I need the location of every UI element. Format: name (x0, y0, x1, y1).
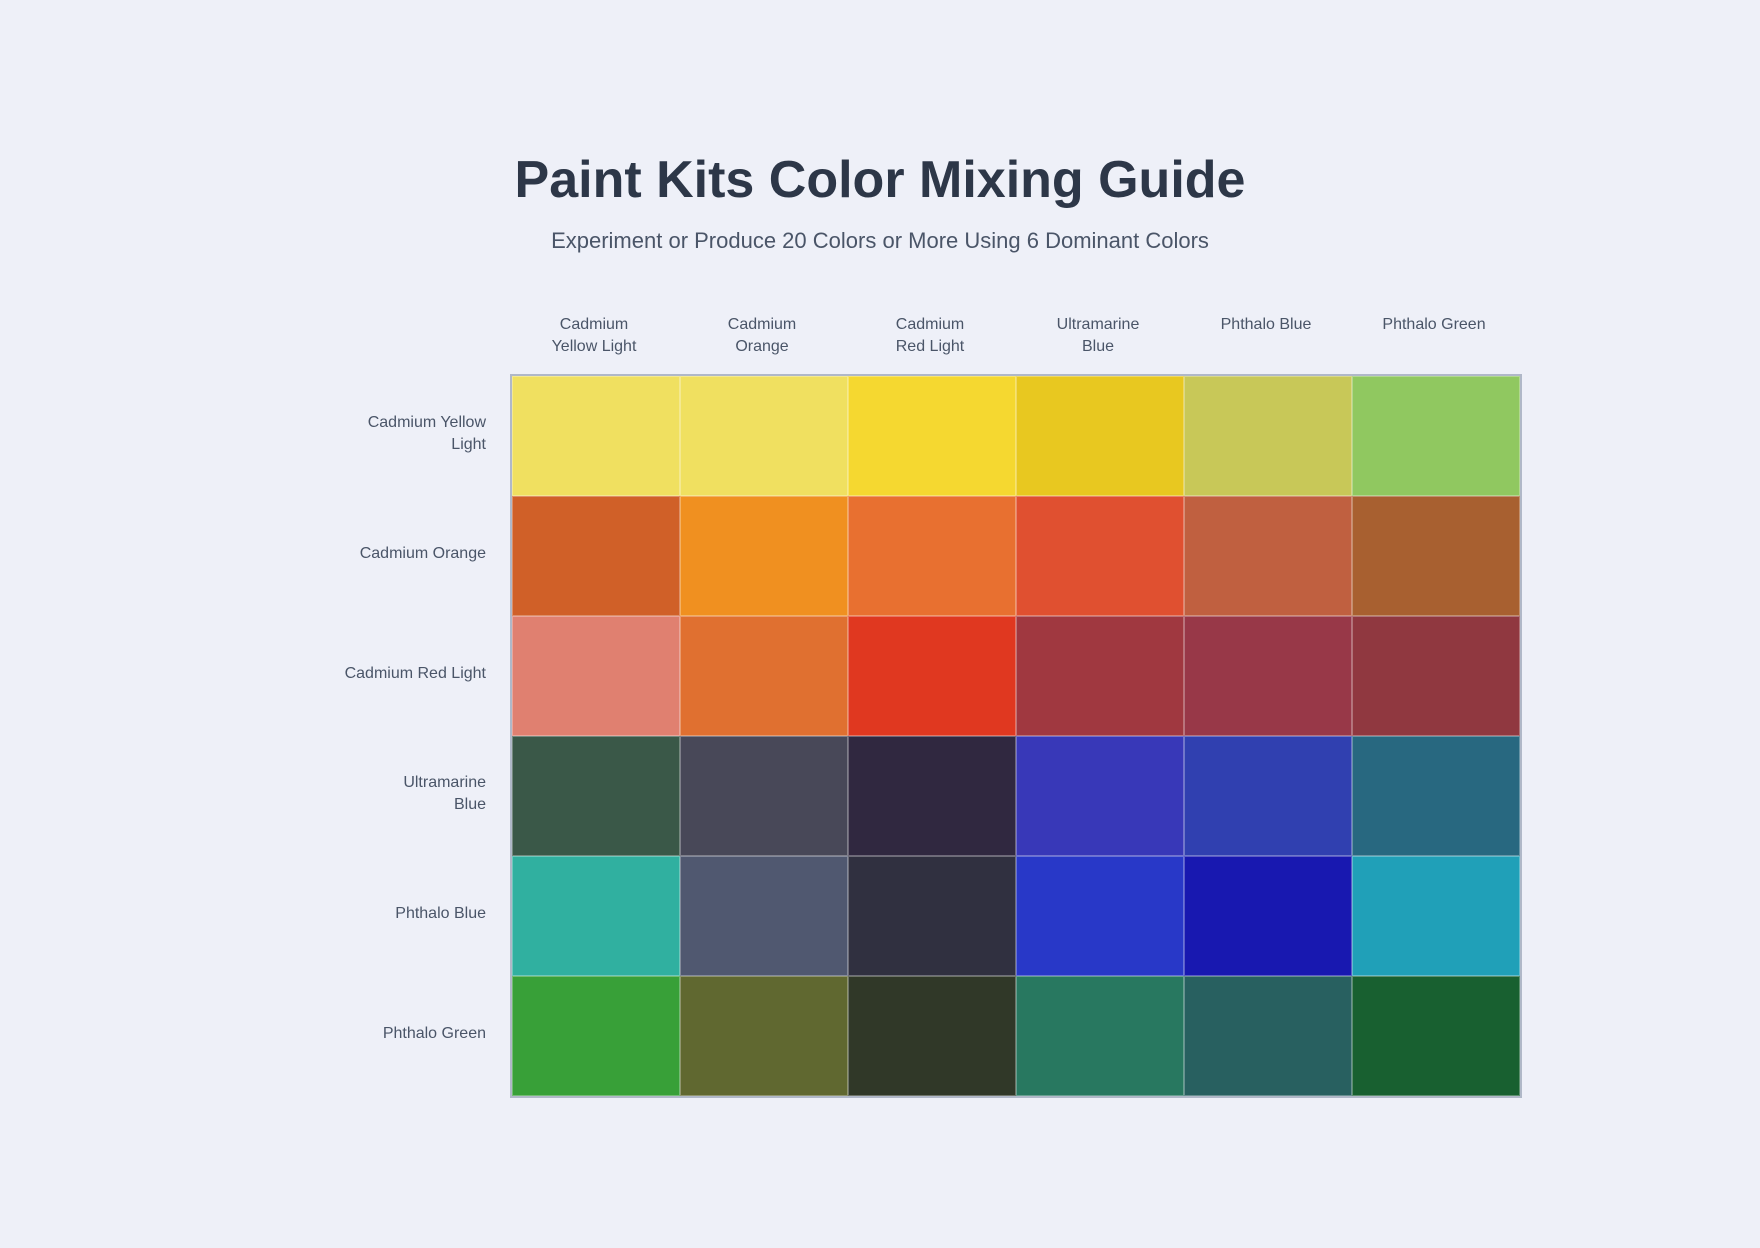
row-label-ultramarine-blue: UltramarineBlue (300, 734, 510, 854)
cell-r4c5 (1352, 856, 1520, 976)
cell-r5c0 (512, 976, 680, 1096)
col-header-cadmium-orange: CadmiumOrange (678, 314, 846, 375)
cell-r3c3 (1016, 736, 1184, 856)
cell-r2c3 (1016, 616, 1184, 736)
cell-r0c1 (680, 376, 848, 496)
cell-r3c2 (848, 736, 1016, 856)
page-title: Paint Kits Color Mixing Guide (300, 150, 1460, 210)
table-row (512, 376, 1520, 496)
cell-r3c4 (1184, 736, 1352, 856)
cell-r2c0 (512, 616, 680, 736)
row-label-phthalo-green: Phthalo Green (300, 974, 510, 1094)
col-header-phthalo-green: Phthalo Green (1350, 314, 1518, 375)
col-header-cadmium-yellow-light: CadmiumYellow Light (510, 314, 678, 375)
cell-r5c5 (1352, 976, 1520, 1096)
cell-r2c5 (1352, 616, 1520, 736)
row-label-cadmium-red-light: Cadmium Red Light (300, 614, 510, 734)
col-header-ultramarine-blue: UltramarineBlue (1014, 314, 1182, 375)
cell-r0c5 (1352, 376, 1520, 496)
cell-r4c2 (848, 856, 1016, 976)
row-label-cadmium-orange: Cadmium Orange (300, 494, 510, 614)
cell-r5c2 (848, 976, 1016, 1096)
cell-r1c5 (1352, 496, 1520, 616)
cell-r4c4 (1184, 856, 1352, 976)
page-container: Paint Kits Color Mixing Guide Experiment… (220, 90, 1540, 1159)
cell-r0c3 (1016, 376, 1184, 496)
cell-r5c1 (680, 976, 848, 1096)
cell-r4c3 (1016, 856, 1184, 976)
cell-r2c2 (848, 616, 1016, 736)
cell-r1c0 (512, 496, 680, 616)
row-label-cadmium-yellow-light: Cadmium YellowLight (300, 374, 510, 494)
cell-r0c2 (848, 376, 1016, 496)
table-row (512, 736, 1520, 856)
cell-r0c0 (512, 376, 680, 496)
color-grid (510, 374, 1522, 1098)
cell-r3c0 (512, 736, 680, 856)
table-row (512, 976, 1520, 1096)
col-header-cadmium-red-light: CadmiumRed Light (846, 314, 1014, 375)
cell-r0c4 (1184, 376, 1352, 496)
cell-r1c1 (680, 496, 848, 616)
cell-r3c5 (1352, 736, 1520, 856)
table-row (512, 496, 1520, 616)
table-row (512, 856, 1520, 976)
cell-r4c1 (680, 856, 848, 976)
cell-r1c3 (1016, 496, 1184, 616)
cell-r5c3 (1016, 976, 1184, 1096)
col-header-phthalo-blue: Phthalo Blue (1182, 314, 1350, 375)
color-grid-wrapper: CadmiumYellow Light CadmiumOrange Cadmiu… (300, 314, 1460, 1099)
table-row (512, 616, 1520, 736)
cell-r1c2 (848, 496, 1016, 616)
cell-r2c1 (680, 616, 848, 736)
page-subtitle: Experiment or Produce 20 Colors or More … (300, 228, 1460, 254)
cell-r1c4 (1184, 496, 1352, 616)
cell-r3c1 (680, 736, 848, 856)
cell-r4c0 (512, 856, 680, 976)
cell-r5c4 (1184, 976, 1352, 1096)
row-label-phthalo-blue: Phthalo Blue (300, 854, 510, 974)
cell-r2c4 (1184, 616, 1352, 736)
